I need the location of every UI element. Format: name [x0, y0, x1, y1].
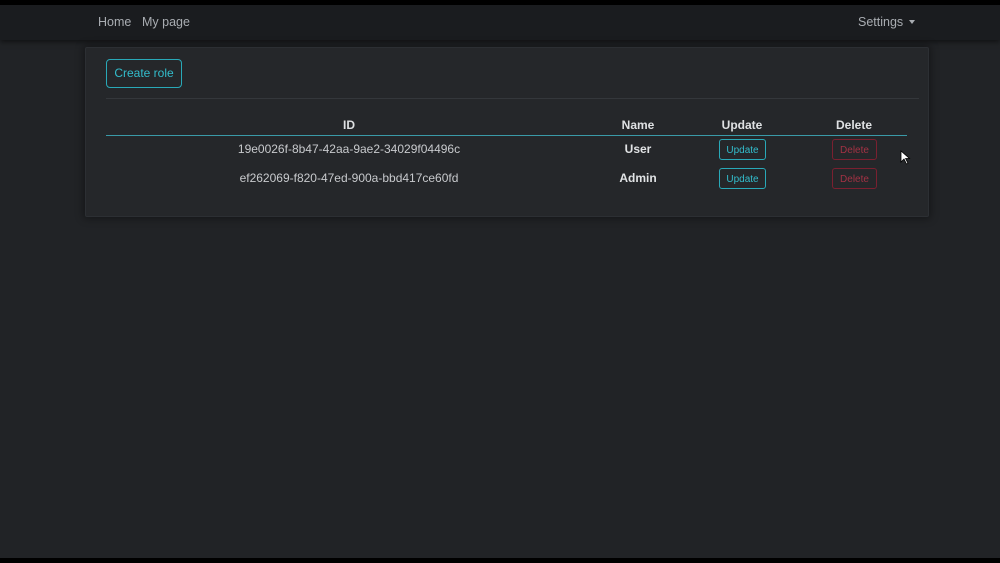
create-role-button[interactable]: Create role: [106, 59, 182, 88]
column-header-name: Name: [621, 118, 655, 132]
role-id-cell: 19e0026f-8b47-42aa-9ae2-34029f04496c: [237, 142, 461, 156]
chevron-down-icon: [909, 19, 916, 24]
nav-home-link[interactable]: Home: [98, 15, 131, 29]
role-name-cell: Admin: [619, 171, 657, 185]
delete-button[interactable]: Delete: [832, 168, 877, 189]
column-header-update: Update: [721, 118, 763, 132]
role-id-cell: ef262069-f820-47ed-900a-bbd417ce60fd: [239, 171, 459, 185]
column-header-delete: Delete: [835, 118, 873, 132]
top-navbar: Home My page Settings: [0, 5, 1000, 40]
role-name-cell: User: [624, 142, 652, 156]
delete-button[interactable]: Delete: [832, 139, 877, 160]
card-divider: [106, 98, 919, 99]
update-button[interactable]: Update: [719, 139, 766, 160]
settings-dropdown[interactable]: Settings: [858, 15, 916, 29]
column-header-id: ID: [343, 118, 355, 132]
mouse-cursor-icon: [900, 150, 911, 165]
nav-my-page-link[interactable]: My page: [142, 15, 190, 29]
roles-card: Create role ID Name Update Delete 19e002…: [85, 47, 929, 217]
settings-label: Settings: [858, 15, 904, 29]
app-screen: Home My page Settings Create role ID Nam…: [0, 5, 1000, 558]
update-button[interactable]: Update: [719, 168, 766, 189]
table-header-divider: [106, 135, 907, 136]
